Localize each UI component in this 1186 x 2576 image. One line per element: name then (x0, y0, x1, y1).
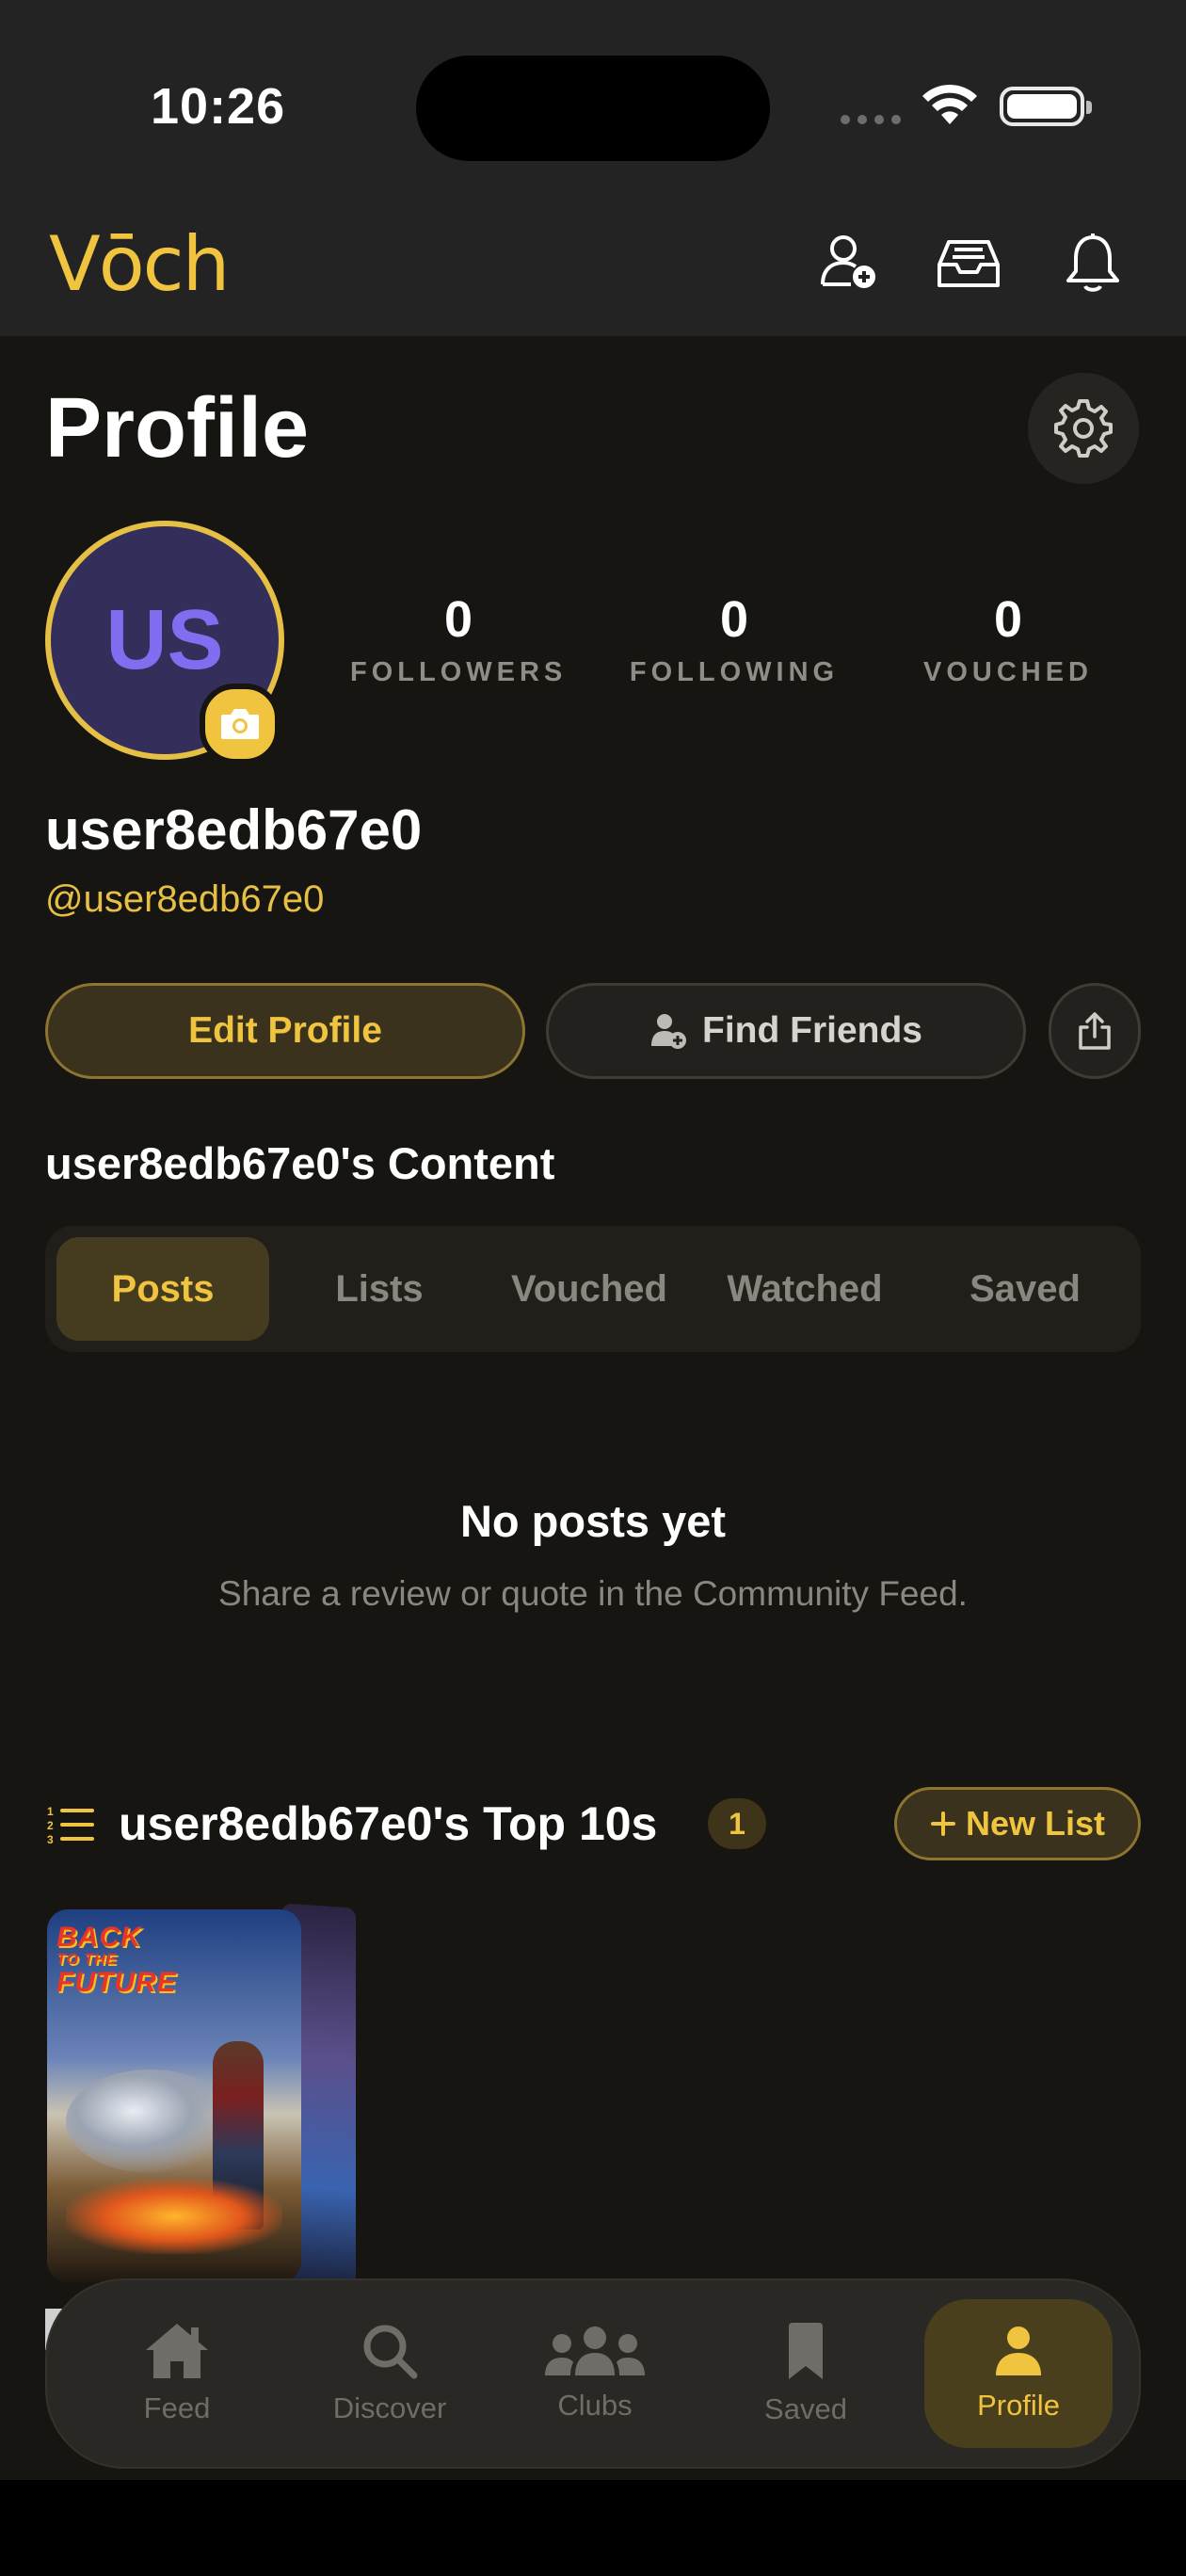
movie-poster[interactable]: BACK TO THE FUTURE (47, 1909, 301, 2282)
tab-clubs-label: Clubs (557, 2389, 633, 2422)
new-list-button[interactable]: New List (894, 1787, 1141, 1860)
share-icon (1079, 1012, 1111, 1050)
tab-watched[interactable]: Watched (700, 1237, 909, 1341)
share-button[interactable] (1049, 983, 1141, 1079)
group-icon (545, 2326, 645, 2375)
bottom-tab-bar: Feed Discover Clubs Saved Profile (45, 2278, 1141, 2469)
tab-discover[interactable]: Discover (296, 2299, 484, 2448)
tab-profile[interactable]: Profile (924, 2299, 1113, 2448)
svg-text:3: 3 (47, 1833, 54, 1845)
user-handle: @user8edb67e0 (45, 878, 325, 920)
tab-vouched[interactable]: Vouched (488, 1237, 691, 1341)
gear-icon (1054, 399, 1113, 458)
camera-icon (221, 709, 259, 739)
tab-clubs[interactable]: Clubs (501, 2299, 689, 2448)
tab-discover-label: Discover (332, 2391, 447, 2424)
person-icon (996, 2326, 1041, 2375)
followers-count: 0 (443, 591, 473, 648)
empty-state-title: No posts yet (459, 1496, 727, 1546)
display-name: user8edb67e0 (45, 798, 423, 861)
app-logo: Vōch (49, 220, 230, 308)
content-tabs: Posts Lists Vouched Watched Saved (45, 1226, 1141, 1352)
content-section-title: user8edb67e0's Content (45, 1138, 555, 1188)
status-time: 10:26 (151, 78, 286, 135)
vouched-count: 0 (993, 591, 1023, 648)
tab-saved-nav[interactable]: Saved (712, 2299, 900, 2448)
tab-feed[interactable]: Feed (83, 2299, 271, 2448)
home-icon (146, 2324, 208, 2378)
poster-car-art (66, 2069, 235, 2173)
edit-profile-label: Edit Profile (188, 1010, 382, 1051)
tab-profile-label: Profile (977, 2389, 1060, 2422)
list-count-badge: 1 (708, 1798, 766, 1849)
numbered-list-icon: 1 2 3 (47, 1805, 94, 1845)
plus-icon (930, 1811, 955, 1836)
new-list-label: New List (965, 1804, 1106, 1843)
add-person-icon (651, 1014, 686, 1049)
followers-stat[interactable]: 0 FOLLOWERS (350, 591, 567, 688)
empty-state-subtitle: Share a review or quote in the Community… (218, 1574, 968, 1613)
poster-fire-art (66, 2179, 282, 2254)
tab-posts[interactable]: Posts (56, 1237, 269, 1341)
bookmark-icon (789, 2323, 823, 2379)
following-count: 0 (719, 591, 749, 648)
battery-icon (1000, 87, 1092, 126)
app-screen: 10:26 Vōch Profile US 0 FOLLOWERS 0 FOLL… (0, 0, 1186, 2480)
svg-text:1: 1 (47, 1805, 54, 1818)
home-indicator-area (0, 2480, 1186, 2576)
dynamic-island (416, 56, 770, 161)
followers-label: FOLLOWERS (350, 657, 568, 687)
poster-title: BACK TO THE FUTURE (56, 1922, 177, 1998)
find-friends-button[interactable]: Find Friends (546, 983, 1026, 1079)
search-icon (363, 2325, 418, 2379)
wifi-icon (922, 84, 977, 124)
following-stat[interactable]: 0 FOLLOWING (626, 591, 842, 688)
page-title: Profile (45, 381, 310, 475)
bell-icon[interactable] (1058, 228, 1128, 298)
cellular-signal-icon (841, 115, 901, 124)
top10-title: user8edb67e0's Top 10s (119, 1797, 658, 1850)
vouched-stat[interactable]: 0 VOUCHED (900, 591, 1116, 688)
tab-saved[interactable]: Saved (921, 1237, 1130, 1341)
add-person-icon[interactable] (815, 228, 885, 298)
following-label: FOLLOWING (629, 657, 840, 687)
settings-button[interactable] (1028, 373, 1139, 484)
tab-lists[interactable]: Lists (280, 1237, 478, 1341)
tab-saved-label: Saved (764, 2392, 847, 2425)
top-bar: 10:26 Vōch (0, 0, 1186, 336)
tab-feed-label: Feed (143, 2391, 211, 2424)
find-friends-label: Find Friends (702, 1010, 922, 1051)
vouched-label: VOUCHED (922, 657, 1093, 687)
change-photo-button[interactable] (200, 684, 280, 765)
svg-text:2: 2 (47, 1819, 54, 1832)
inbox-icon[interactable] (934, 228, 1003, 298)
edit-profile-button[interactable]: Edit Profile (45, 983, 525, 1079)
